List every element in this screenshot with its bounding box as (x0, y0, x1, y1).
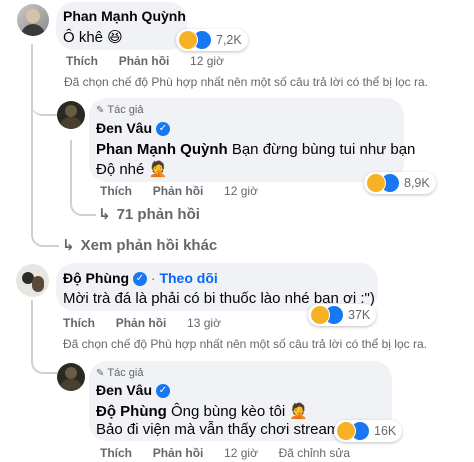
author-tag-label: Tác giả (107, 367, 144, 379)
like-button[interactable]: Thích (63, 316, 95, 330)
filter-notice: Đã chọn chế độ Phù hợp nhất nên một số c… (64, 75, 428, 89)
comment-actions: Thích Phản hồi 12 giờ (66, 54, 224, 68)
reply-author-name[interactable]: Đen Vâu (96, 120, 152, 136)
like-button[interactable]: Thích (66, 54, 98, 68)
reply-text-line1: Phan Mạnh Quỳnh Bạn đừng bùng tui như bạ… (96, 141, 415, 158)
edited-label[interactable]: Đã chỉnh sửa (279, 446, 350, 460)
thread-curve-71 (70, 198, 96, 216)
reply-text-line1: Độ Phùng Ông bùng kèo tôi 🤦 (96, 402, 308, 420)
verified-icon: ✓ (133, 272, 147, 287)
comment-text: Ô khê 😆 (63, 29, 123, 46)
haha-reaction-icon (336, 421, 356, 441)
haha-reaction-icon (310, 305, 330, 325)
reaction-count: 7,2K (216, 33, 242, 47)
haha-reaction-icon (178, 30, 198, 50)
comment-author-row: Độ Phùng ✓ · Theo dõi (63, 270, 218, 287)
verified-icon: ✓ (155, 122, 170, 137)
follow-button[interactable]: Theo dõi (159, 270, 217, 286)
reaction-summary[interactable]: 16K (334, 420, 403, 442)
reply-author[interactable]: Đen Vâu ✓ (96, 120, 170, 137)
avatar[interactable] (17, 4, 49, 36)
verified-icon: ✓ (155, 384, 170, 399)
thread-line-main (31, 44, 33, 232)
reply-time[interactable]: 12 giờ (224, 446, 258, 460)
avatar[interactable] (57, 363, 85, 391)
reply-time[interactable]: 12 giờ (224, 184, 258, 198)
mention-link[interactable]: Phan Mạnh Quỳnh (96, 141, 228, 158)
reply-author-name[interactable]: Đen Vâu (96, 382, 152, 398)
reaction-count: 8,9K (404, 176, 430, 190)
reply-author[interactable]: Đen Vâu ✓ (96, 382, 170, 399)
separator: · (150, 270, 156, 286)
comment-time[interactable]: 12 giờ (190, 54, 224, 68)
reply-arrow-icon: ↳ (98, 206, 111, 223)
avatar[interactable] (57, 101, 85, 129)
thread-curve-more (31, 225, 59, 247)
thread-line-reply1 (70, 140, 72, 200)
reply-text-line2: Độ nhé 🤦 (96, 161, 168, 178)
thread-curve-reply2 (31, 340, 57, 374)
author-tag-icon: ✎ (96, 104, 105, 116)
like-button[interactable]: Thích (100, 184, 132, 198)
comment-time[interactable]: 13 giờ (187, 316, 221, 330)
reaction-summary[interactable]: 7,2K (176, 29, 248, 51)
reply-button[interactable]: Phản hồi (153, 446, 204, 460)
author-tag-label: Tác giả (107, 104, 144, 116)
reply-button[interactable]: Phản hồi (119, 54, 170, 68)
thread-line-main2 (31, 300, 33, 340)
reaction-summary[interactable]: 8,9K (364, 172, 436, 194)
reply-button[interactable]: Phản hồi (116, 316, 167, 330)
reaction-summary[interactable]: 37K (308, 304, 377, 326)
mention-link[interactable]: Độ Phùng (96, 403, 167, 420)
view-replies-link[interactable]: ↳ 71 phản hồi (98, 205, 200, 224)
like-button[interactable]: Thích (100, 446, 132, 460)
reaction-count: 16K (374, 424, 397, 438)
reply-text-line2: Bảo đi viện mà vẫn thấy chơi stream (96, 421, 340, 438)
author-tag: ✎ Tác giả (96, 367, 143, 379)
reply-button[interactable]: Phản hồi (153, 184, 204, 198)
comment-author[interactable]: Độ Phùng (63, 270, 129, 286)
author-tag: ✎ Tác giả (96, 104, 143, 116)
reply-text: Ông bùng kèo tôi 🤦 (166, 403, 309, 420)
more-replies-link[interactable]: ↳ Xem phản hồi khác (62, 236, 218, 255)
avatar[interactable] (16, 264, 49, 297)
filter-notice: Đã chọn chế độ Phù hợp nhất nên một số c… (63, 337, 427, 351)
reaction-count: 37K (348, 308, 371, 322)
comment-actions: Thích Phản hồi 13 giờ (63, 316, 221, 330)
view-replies-label[interactable]: 71 phản hồi (117, 206, 200, 223)
reply-arrow-icon: ↳ (62, 237, 75, 254)
reply-text: Bạn đừng bùng tui như bạn (227, 141, 416, 158)
reply-actions: Thích Phản hồi 12 giờ (100, 184, 258, 198)
more-replies-label[interactable]: Xem phản hồi khác (81, 237, 218, 254)
haha-reaction-icon (366, 173, 386, 193)
comment-author[interactable]: Phan Mạnh Quỳnh (63, 8, 186, 24)
reply-actions: Thích Phản hồi 12 giờ Đã chỉnh sửa (100, 446, 350, 460)
author-tag-icon: ✎ (96, 367, 105, 379)
